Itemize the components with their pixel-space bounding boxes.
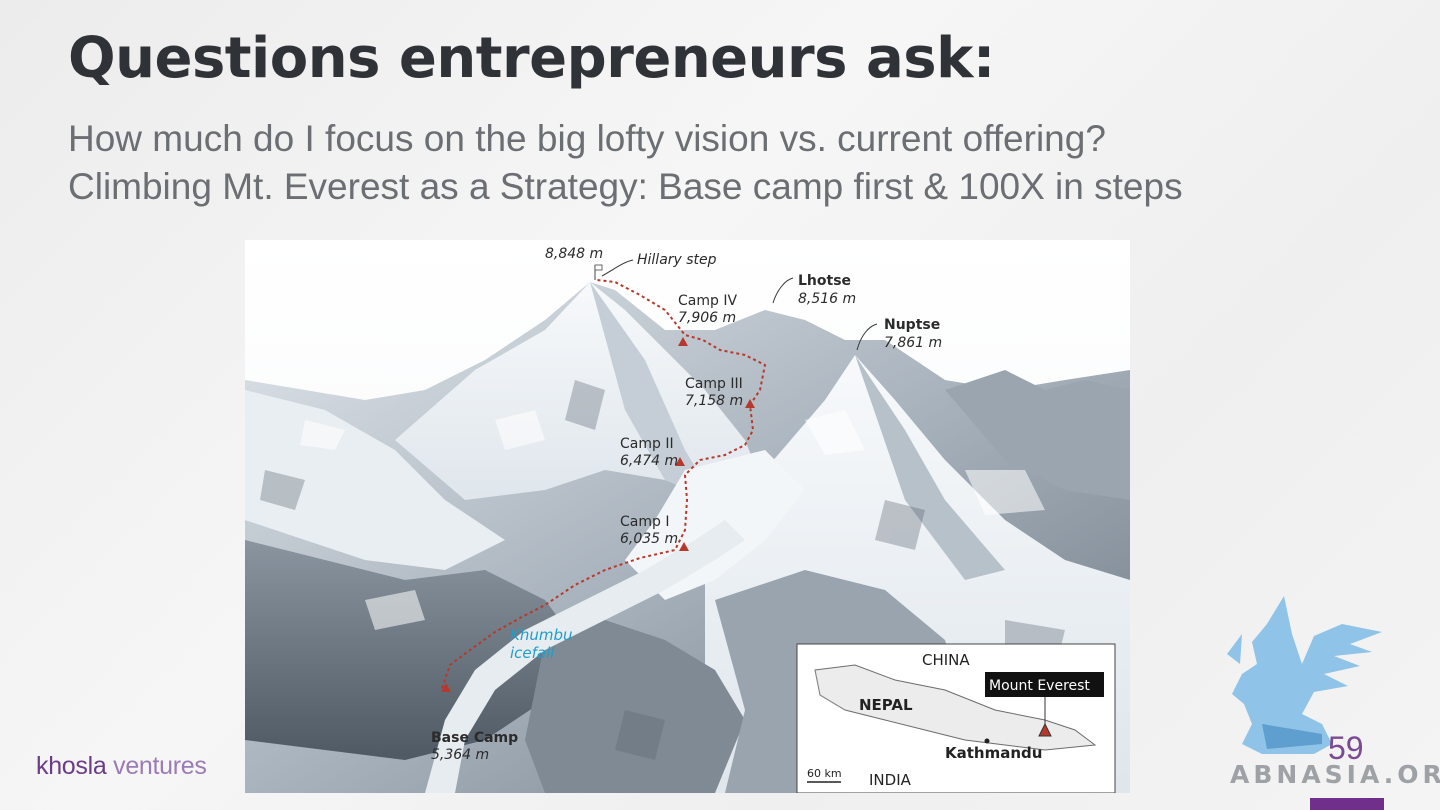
inset-kathmandu-label: Kathmandu <box>945 744 1042 762</box>
khosla-ventures-logo: khosla ventures <box>36 752 207 781</box>
slide-title: Questions entrepreneurs ask: <box>68 26 995 91</box>
khumbu-icefall-label-line2: icefall <box>510 644 555 662</box>
page-number: 59 <box>1328 730 1364 766</box>
summit-flag-icon <box>594 264 603 271</box>
inset-mount-everest-label: Mount Everest <box>989 678 1090 694</box>
camp2-elevation-label: 6,474 m <box>620 453 678 469</box>
inset-china-label: CHINA <box>922 651 970 669</box>
inset-scale-label: 60 km <box>807 767 842 780</box>
abnasia-griffin-logo <box>1227 596 1382 754</box>
basecamp-name-label: Base Camp <box>431 730 518 746</box>
everest-route-illustration: 8,848 m Hillary step Lhotse 8,516 m Camp… <box>245 240 1130 793</box>
lhotse-elevation-label: 8,516 m <box>798 291 856 307</box>
nuptse-elevation-label: 7,861 m <box>884 335 942 351</box>
lhotse-name-label: Lhotse <box>798 273 851 289</box>
kathmandu-dot <box>984 738 990 744</box>
inset-india-label: INDIA <box>869 771 912 789</box>
purple-accent-bar <box>1310 798 1384 810</box>
inset-nepal-label: NEPAL <box>859 696 913 714</box>
camp1-elevation-label: 6,035 m <box>620 531 678 547</box>
brand-bold: khosla <box>36 752 107 780</box>
slide-subtitle-line-2: Climbing Mt. Everest as a Strategy: Base… <box>68 166 1183 207</box>
slide-subtitle-line-1: How much do I focus on the big lofty vis… <box>68 118 1106 159</box>
camp2-name-label: Camp II <box>620 436 674 452</box>
camp3-name-label: Camp III <box>685 376 743 392</box>
camp3-elevation-label: 7,158 m <box>685 393 743 409</box>
brand-light: ventures <box>106 752 207 780</box>
khumbu-icefall-label-line1: Khumbu <box>510 626 573 644</box>
basecamp-elevation-label: 5,364 m <box>431 747 489 763</box>
nepal-inset-map: CHINA NEPAL Mount Everest Kathmandu 60 k… <box>796 643 1116 793</box>
nuptse-name-label: Nuptse <box>884 317 940 333</box>
hillary-step-label: Hillary step <box>637 252 717 268</box>
camp4-name-label: Camp IV <box>678 293 737 309</box>
camp1-name-label: Camp I <box>620 514 669 530</box>
summit-elevation-label: 8,848 m <box>545 246 603 262</box>
everest-map-svg: 8,848 m Hillary step Lhotse 8,516 m Camp… <box>245 240 1130 793</box>
camp4-elevation-label: 7,906 m <box>678 310 736 326</box>
